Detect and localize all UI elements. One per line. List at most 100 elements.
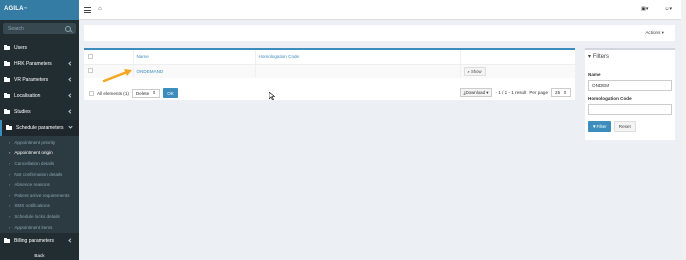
top-navbar: ⌂ ▣▾ ☺▾ [79, 0, 686, 20]
row-name-cell: ONDEMAND [133, 64, 256, 78]
table-row: ONDEMAND ⌕ Show [84, 64, 576, 78]
mouse-cursor-icon [269, 92, 275, 100]
settings-menu-button[interactable]: ▣▾ [641, 6, 648, 12]
homologation-filter-input[interactable] [588, 104, 672, 115]
select-arrows-icon: ⇕ [152, 90, 157, 95]
all-elements-label: All elements (1) [97, 90, 129, 96]
sidebar-item-label: HRK Parameters [14, 61, 52, 67]
user-menu-button[interactable]: ☺▾ [664, 6, 672, 12]
chevron-left-icon [68, 61, 73, 66]
sidebar-item-schedule-parameters[interactable]: Schedule parameters [0, 120, 79, 136]
per-page-label: Per page [529, 90, 549, 95]
row-homologation-cell [255, 64, 461, 78]
submenu-item-label: SMS notifications [14, 203, 50, 209]
submenu-item-appointment-origin[interactable]: › Appointment origin [0, 148, 79, 159]
submenu-item-patient-arrive-requirements[interactable]: › Patient arrive requirements [0, 190, 79, 201]
submenu-item-label: Absence reasons [14, 182, 50, 188]
ok-button[interactable]: OK [163, 88, 179, 98]
sidebar-item-studies[interactable]: Studies [0, 104, 79, 120]
show-button[interactable]: ⌕ Show [463, 66, 486, 76]
submenu-item-schedule-locks-details[interactable]: › Schedule locks details [0, 211, 79, 222]
caret-right-icon: › [9, 192, 11, 198]
page-scrollbar[interactable] [681, 0, 686, 260]
list-footer: All elements (1) Delete ⇕ OK ⤓ Download ▾… [84, 85, 575, 99]
submenu-item-label: Appointment origin [14, 150, 53, 156]
folder-icon [4, 61, 10, 66]
results-table: Name Homologation Code ONDEMAND ⌕ Show [84, 50, 576, 78]
search-icon[interactable] [65, 25, 71, 32]
sidebar-item-label: Users [14, 45, 28, 51]
sidebar-item-vr-parameters[interactable]: VR Parameters [0, 72, 79, 88]
sidebar-item-label: VR Parameters [14, 77, 49, 83]
row-action-cell: ⌕ Show [460, 64, 576, 78]
folder-icon [6, 125, 12, 130]
caret-right-icon: › [9, 139, 11, 145]
logo-text: AGILA [4, 6, 24, 12]
column-header-name[interactable]: Name [133, 50, 256, 65]
download-label: Download ▾ [465, 89, 489, 95]
actions-dropdown[interactable]: Actions ▾ [645, 30, 664, 36]
filter-button[interactable]: ▼ Filter [588, 121, 611, 132]
chevron-left-icon [68, 109, 73, 114]
search-placeholder: Search [8, 25, 24, 32]
caret-right-icon: › [9, 150, 11, 156]
folder-icon [4, 45, 10, 50]
submenu-item-appointment-priority[interactable]: › Appointment priority [0, 137, 79, 148]
home-icon[interactable]: ⌂ [98, 6, 102, 12]
app-logo[interactable]: AGILA™ [0, 0, 79, 20]
filters-title[interactable]: ▾ Filters [588, 53, 672, 60]
sidebar-item-hrk-parameters[interactable]: HRK Parameters [0, 56, 79, 72]
sidebar-item-label: Schedule parameters [16, 125, 64, 131]
per-page-select[interactable]: 25 ⇕ [551, 88, 571, 97]
download-button[interactable]: ⤓ Download ▾ [459, 88, 493, 97]
row-name-link[interactable]: ONDEMAND [137, 69, 164, 74]
submenu-item-label: Appointment priority [14, 139, 56, 145]
batch-action-value: Delete [135, 90, 150, 96]
submenu-item-sms-notifications[interactable]: › SMS notifications [0, 201, 79, 212]
sidebar-item-users[interactable]: Users [0, 40, 79, 56]
logo-sup: ™ [23, 6, 28, 11]
folder-icon [4, 109, 10, 114]
settings-caret: ▾ [645, 6, 649, 12]
homologation-filter-label: Homologation Code [588, 96, 632, 101]
reset-button[interactable]: Reset [613, 121, 636, 132]
sidebar-item-localisation[interactable]: Localisation [0, 88, 79, 104]
hamburger-icon[interactable] [84, 7, 91, 15]
filters-title-text: Filters [592, 54, 610, 60]
actions-bar: Actions ▾ [84, 25, 675, 41]
list-box: Name Homologation Code ONDEMAND ⌕ Show A… [84, 48, 576, 100]
submenu-item-not-confirmation-details[interactable]: › Not confirmation details [0, 169, 79, 180]
all-elements-checkbox[interactable] [89, 90, 94, 96]
per-page-value: 25 [555, 90, 561, 95]
name-filter-label: Name [588, 72, 601, 77]
show-label: Show [471, 68, 482, 74]
chevron-down-icon [68, 124, 73, 129]
annotation-arrow-icon [102, 69, 132, 83]
caret-right-icon: › [9, 224, 11, 230]
caret-right-icon: › [9, 182, 11, 188]
table-header-row: Name Homologation Code [84, 50, 576, 65]
submenu-item-absence-reasons[interactable]: › Absence reasons [0, 179, 79, 190]
back-link[interactable]: Back [0, 253, 79, 258]
select-all-header [84, 50, 134, 65]
submenu-item-label: Patient arrive requirements [14, 192, 70, 198]
column-header-homologation-code[interactable]: Homologation Code [255, 50, 461, 65]
filters-panel: ▾ Filters Name ONDEM Homologation Code ▼… [585, 48, 675, 140]
caret-right-icon: › [9, 160, 11, 166]
sidebar-item-billing-parameters[interactable]: Billing parameters [0, 233, 79, 249]
submenu-item-label: Cancellation details [14, 160, 55, 166]
batch-action-select[interactable]: Delete ⇕ [131, 88, 161, 98]
submenu-item-label: Not confirmation details [14, 171, 63, 177]
pagination-info: - 1 / 1 - 1 result [495, 90, 527, 95]
row-checkbox[interactable] [88, 68, 93, 74]
filter-button-label: Filter [596, 124, 607, 129]
sidebar-search-input[interactable]: Search [3, 23, 76, 34]
select-all-checkbox[interactable] [88, 53, 93, 59]
folder-icon [4, 238, 10, 244]
submenu-item-cancellation-details[interactable]: › Cancellation details [0, 158, 79, 169]
caret-right-icon: › [9, 203, 11, 209]
name-filter-input[interactable]: ONDEM [588, 80, 672, 91]
submenu-item-appointment-items[interactable]: › Appointment items [0, 222, 79, 233]
sidebar-item-label: Studies [14, 109, 31, 115]
chevron-left-icon [68, 77, 73, 82]
